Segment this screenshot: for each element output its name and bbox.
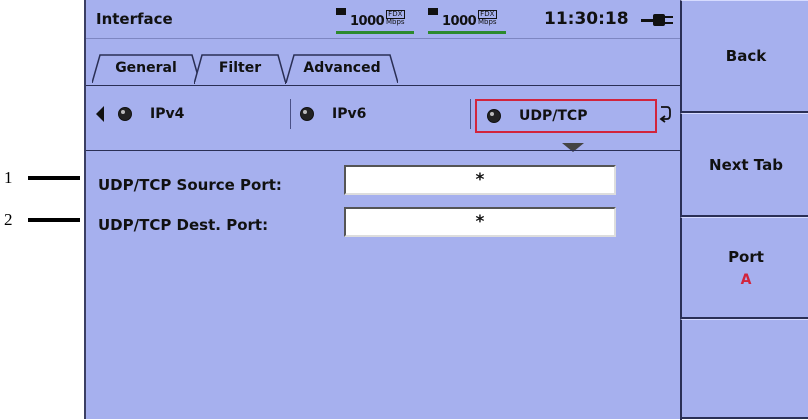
- link-activity-bar: [336, 31, 414, 34]
- callout-line: [28, 176, 80, 180]
- filter-panel: UDP/TCP Source Port: * UDP/TCP Dest. Por…: [86, 150, 682, 420]
- dest-port-label: UDP/TCP Dest. Port:: [98, 216, 269, 234]
- tab-label: Filter: [218, 60, 262, 76]
- subtab-label: UDP/TCP: [519, 108, 588, 124]
- source-port-input[interactable]: *: [344, 165, 616, 195]
- link-speed: 1000: [442, 14, 477, 29]
- main-tabs: General Filter Advanced: [86, 49, 680, 86]
- link-speed: 1000: [350, 14, 385, 29]
- subtab-ipv6[interactable]: IPv6: [290, 99, 471, 129]
- ac-plug-icon: [641, 14, 673, 26]
- link-duplex: FDX Mbps: [478, 10, 497, 26]
- link-led-icon: [336, 8, 346, 15]
- link-activity-bar: [428, 31, 506, 34]
- screen-title: Interface: [96, 10, 173, 28]
- protocol-subtabs: IPv4 IPv6 UDP/TCP: [86, 96, 680, 133]
- next-tab-label: Next Tab: [709, 155, 783, 174]
- back-label: Back: [725, 47, 767, 65]
- status-bar: Interface 1000 FDX Mbps 1000 FDX Mbps 11…: [86, 0, 680, 39]
- softkey-column: Back Next Tab Port A: [680, 0, 808, 419]
- link-led-icon: [428, 8, 438, 15]
- tab-label: Advanced: [303, 60, 381, 76]
- next-tab-button[interactable]: Next Tab: [680, 113, 808, 217]
- radio-icon: [300, 107, 314, 121]
- subtab-label: IPv6: [332, 106, 367, 122]
- callout-2: 2: [4, 208, 80, 232]
- port-button[interactable]: Port A: [680, 217, 808, 319]
- back-button[interactable]: Back: [680, 0, 808, 113]
- cycle-arrow-icon[interactable]: [658, 104, 672, 124]
- callout-number: 2: [4, 210, 13, 229]
- tab-advanced[interactable]: Advanced: [286, 53, 398, 83]
- link-duplex: FDX Mbps: [386, 10, 405, 26]
- port-label: Port: [728, 247, 764, 266]
- clock: 11:30:18: [544, 9, 629, 29]
- blank-softkey[interactable]: [680, 319, 808, 419]
- speed-unit: Mbps: [478, 18, 497, 26]
- tab-general[interactable]: General: [92, 53, 200, 83]
- scroll-left-arrow-icon[interactable]: [96, 106, 104, 122]
- tab-label: General: [115, 60, 177, 76]
- callout-line: [28, 218, 80, 222]
- callout-1: 1: [4, 166, 80, 190]
- device-screen: Interface 1000 FDX Mbps 1000 FDX Mbps 11…: [84, 0, 808, 420]
- dest-port-input[interactable]: *: [344, 207, 616, 237]
- port-value: A: [740, 271, 752, 288]
- radio-icon: [487, 109, 501, 123]
- subtab-label: IPv4: [150, 106, 185, 122]
- subtab-ipv4[interactable]: IPv4: [108, 99, 291, 129]
- radio-icon: [118, 107, 132, 121]
- link-indicator-2: 1000 FDX Mbps: [428, 8, 546, 34]
- subtab-udp-tcp[interactable]: UDP/TCP: [475, 99, 657, 133]
- callout-number: 1: [4, 168, 13, 187]
- speed-unit: Mbps: [386, 18, 405, 26]
- source-port-label: UDP/TCP Source Port:: [98, 176, 282, 194]
- tab-filter[interactable]: Filter: [194, 53, 286, 84]
